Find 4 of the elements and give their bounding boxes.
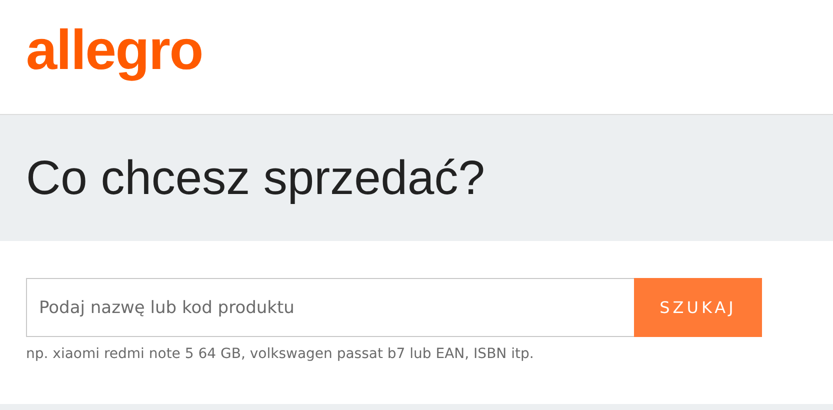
search-button[interactable]: SZUKAJ bbox=[634, 278, 762, 337]
hint-text: np. xiaomi redmi note 5 64 GB, volkswagen passat b7 lub EAN, ISBN itp. bbox=[26, 346, 535, 362]
page-heading: Co chcesz sprzedać? bbox=[26, 150, 485, 206]
search-field[interactable]: Podaj nazwę lub kod produktu bbox=[26, 278, 634, 337]
